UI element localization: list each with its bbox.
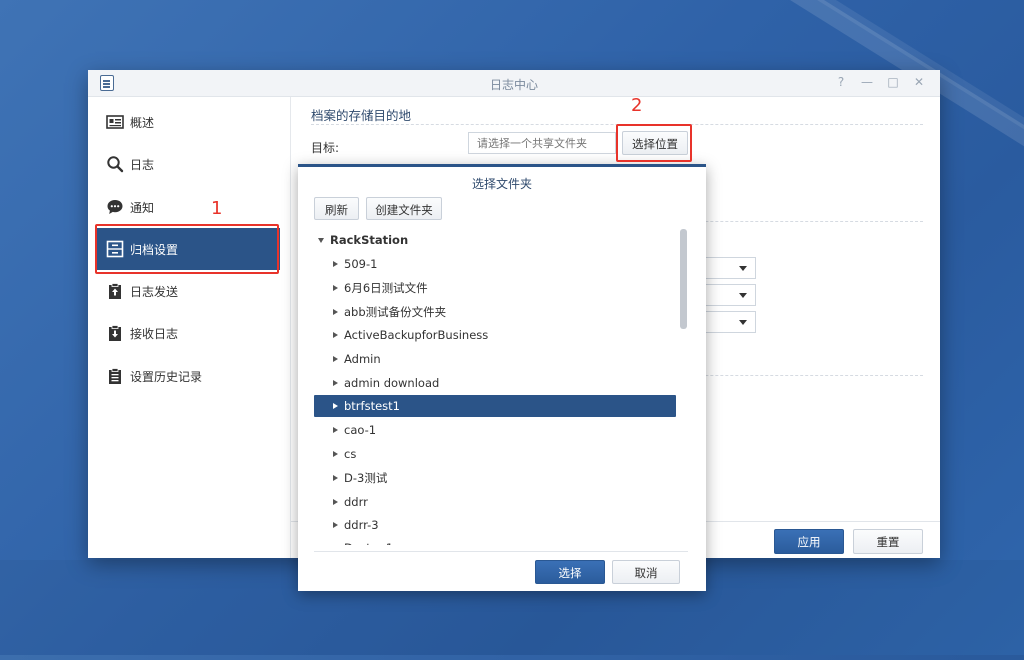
tree-folder-item[interactable]: cao-1 xyxy=(314,419,676,441)
clipboard-list-icon xyxy=(106,367,124,385)
sidebar-item-logs[interactable]: 日志 xyxy=(96,143,280,185)
close-icon[interactable]: ✕ xyxy=(912,75,926,89)
collapsed-triangle-icon xyxy=(333,451,338,457)
collapsed-triangle-icon xyxy=(333,427,338,433)
minimize-icon[interactable]: — xyxy=(860,75,874,89)
collapsed-triangle-icon xyxy=(333,332,338,338)
folder-tree: RackStation 509-1 6月6日测试文件 abb测试备份文件夹 Ac… xyxy=(314,229,686,545)
annotation-box-step-1 xyxy=(95,224,279,274)
folder-label: 509-1 xyxy=(344,257,378,271)
folder-label: abb测试备份文件夹 xyxy=(344,305,447,319)
folder-label: cs xyxy=(344,447,357,461)
sidebar-item-label: 通知 xyxy=(130,200,155,215)
tree-folder-item[interactable]: 6月6日测试文件 xyxy=(314,277,676,299)
sidebar-item-overview[interactable]: 概述 xyxy=(96,101,280,143)
collapsed-triangle-icon xyxy=(333,475,338,481)
sidebar-item-label: 日志 xyxy=(130,157,155,172)
target-label: 目标: xyxy=(311,141,340,155)
section-title: 档案的存储目的地 xyxy=(311,108,412,123)
tree-folder-item[interactable]: Doctor-1 xyxy=(314,537,676,545)
folder-label: D-3测试 xyxy=(344,471,388,485)
tree-folder-item[interactable]: Admin xyxy=(314,348,676,370)
annotation-box-step-2 xyxy=(616,124,692,162)
dialog-title: 选择文件夹 xyxy=(471,177,532,191)
folder-label: btrfstest1 xyxy=(344,399,400,413)
folder-label: admin download xyxy=(344,376,440,390)
folder-label: ddrr xyxy=(344,495,368,509)
refresh-button[interactable]: 刷新 xyxy=(314,197,359,220)
tree-folder-item[interactable]: ActiveBackupforBusiness xyxy=(314,324,676,346)
sidebar: 概述 日志 通知 归档设置 日志发送 接收日志 设置历史记录 xyxy=(88,97,291,558)
tree-folder-item-selected[interactable]: btrfstest1 xyxy=(314,395,676,417)
folder-label: 6月6日测试文件 xyxy=(344,281,428,295)
sidebar-item-label: 设置历史记录 xyxy=(130,369,203,384)
title-bar[interactable]: 日志中心 ? — □ ✕ xyxy=(88,70,940,97)
select-folder-dialog: 选择文件夹 刷新 创建文件夹 RackStation 509-1 6月6日测试文… xyxy=(298,164,706,591)
shared-folder-input[interactable] xyxy=(468,132,616,154)
tree-scrollbar[interactable] xyxy=(680,229,687,329)
expanded-triangle-icon xyxy=(318,238,324,243)
tree-folder-item[interactable]: cs xyxy=(314,443,676,465)
folder-label: Admin xyxy=(344,352,381,366)
annotation-number-1: 1 xyxy=(211,198,223,219)
collapsed-triangle-icon xyxy=(333,499,338,505)
window-title: 日志中心 xyxy=(489,78,538,92)
tree-folder-item[interactable]: abb测试备份文件夹 xyxy=(314,301,676,323)
folder-label: ActiveBackupforBusiness xyxy=(344,328,489,342)
overview-card-icon xyxy=(106,113,124,131)
collapsed-triangle-icon xyxy=(333,261,338,267)
collapsed-triangle-icon xyxy=(333,285,338,291)
sidebar-item-label: 接收日志 xyxy=(130,326,179,341)
collapsed-triangle-icon xyxy=(333,522,338,528)
folder-label: ddrr-3 xyxy=(344,518,379,532)
sidebar-item-label: 概述 xyxy=(130,115,155,130)
collapsed-triangle-icon xyxy=(333,309,338,315)
sidebar-item-settings-history[interactable]: 设置历史记录 xyxy=(96,355,280,397)
chevron-down-icon xyxy=(739,320,747,325)
search-icon xyxy=(106,155,124,173)
tree-folder-item[interactable]: ddrr-3 xyxy=(314,514,676,536)
collapsed-triangle-icon xyxy=(333,403,338,409)
sidebar-item-notifications[interactable]: 通知 xyxy=(96,186,280,228)
cancel-button[interactable]: 取消 xyxy=(612,560,680,584)
clipboard-upload-icon xyxy=(106,282,124,300)
annotation-number-2: 2 xyxy=(631,95,643,116)
reset-button[interactable]: 重置 xyxy=(853,529,923,554)
maximize-icon[interactable]: □ xyxy=(886,75,900,89)
chat-bubble-icon xyxy=(106,198,124,216)
help-icon[interactable]: ? xyxy=(834,75,848,89)
collapsed-triangle-icon xyxy=(333,380,338,386)
sidebar-item-log-sending[interactable]: 日志发送 xyxy=(96,270,280,312)
create-folder-button[interactable]: 创建文件夹 xyxy=(366,197,442,220)
chevron-down-icon xyxy=(739,266,747,271)
tree-folder-item[interactable]: D-3测试 xyxy=(314,467,676,489)
dialog-footer-divider xyxy=(314,551,688,552)
tree-root-label: RackStation xyxy=(330,233,409,247)
select-button[interactable]: 选择 xyxy=(535,560,605,584)
folder-label: cao-1 xyxy=(344,423,377,437)
tree-folder-item[interactable]: ddrr xyxy=(314,491,676,513)
folder-label: Doctor-1 xyxy=(344,537,393,545)
apply-button[interactable]: 应用 xyxy=(774,529,844,554)
chevron-down-icon xyxy=(739,293,747,298)
sidebar-item-label: 日志发送 xyxy=(130,284,179,299)
tree-folder-item[interactable]: admin download xyxy=(314,372,676,394)
clipboard-download-icon xyxy=(106,324,124,342)
collapsed-triangle-icon xyxy=(333,356,338,362)
tree-folder-item[interactable]: 509-1 xyxy=(314,253,676,275)
sidebar-item-receive-logs[interactable]: 接收日志 xyxy=(96,312,280,354)
tree-root-rackstation[interactable]: RackStation xyxy=(314,229,676,251)
